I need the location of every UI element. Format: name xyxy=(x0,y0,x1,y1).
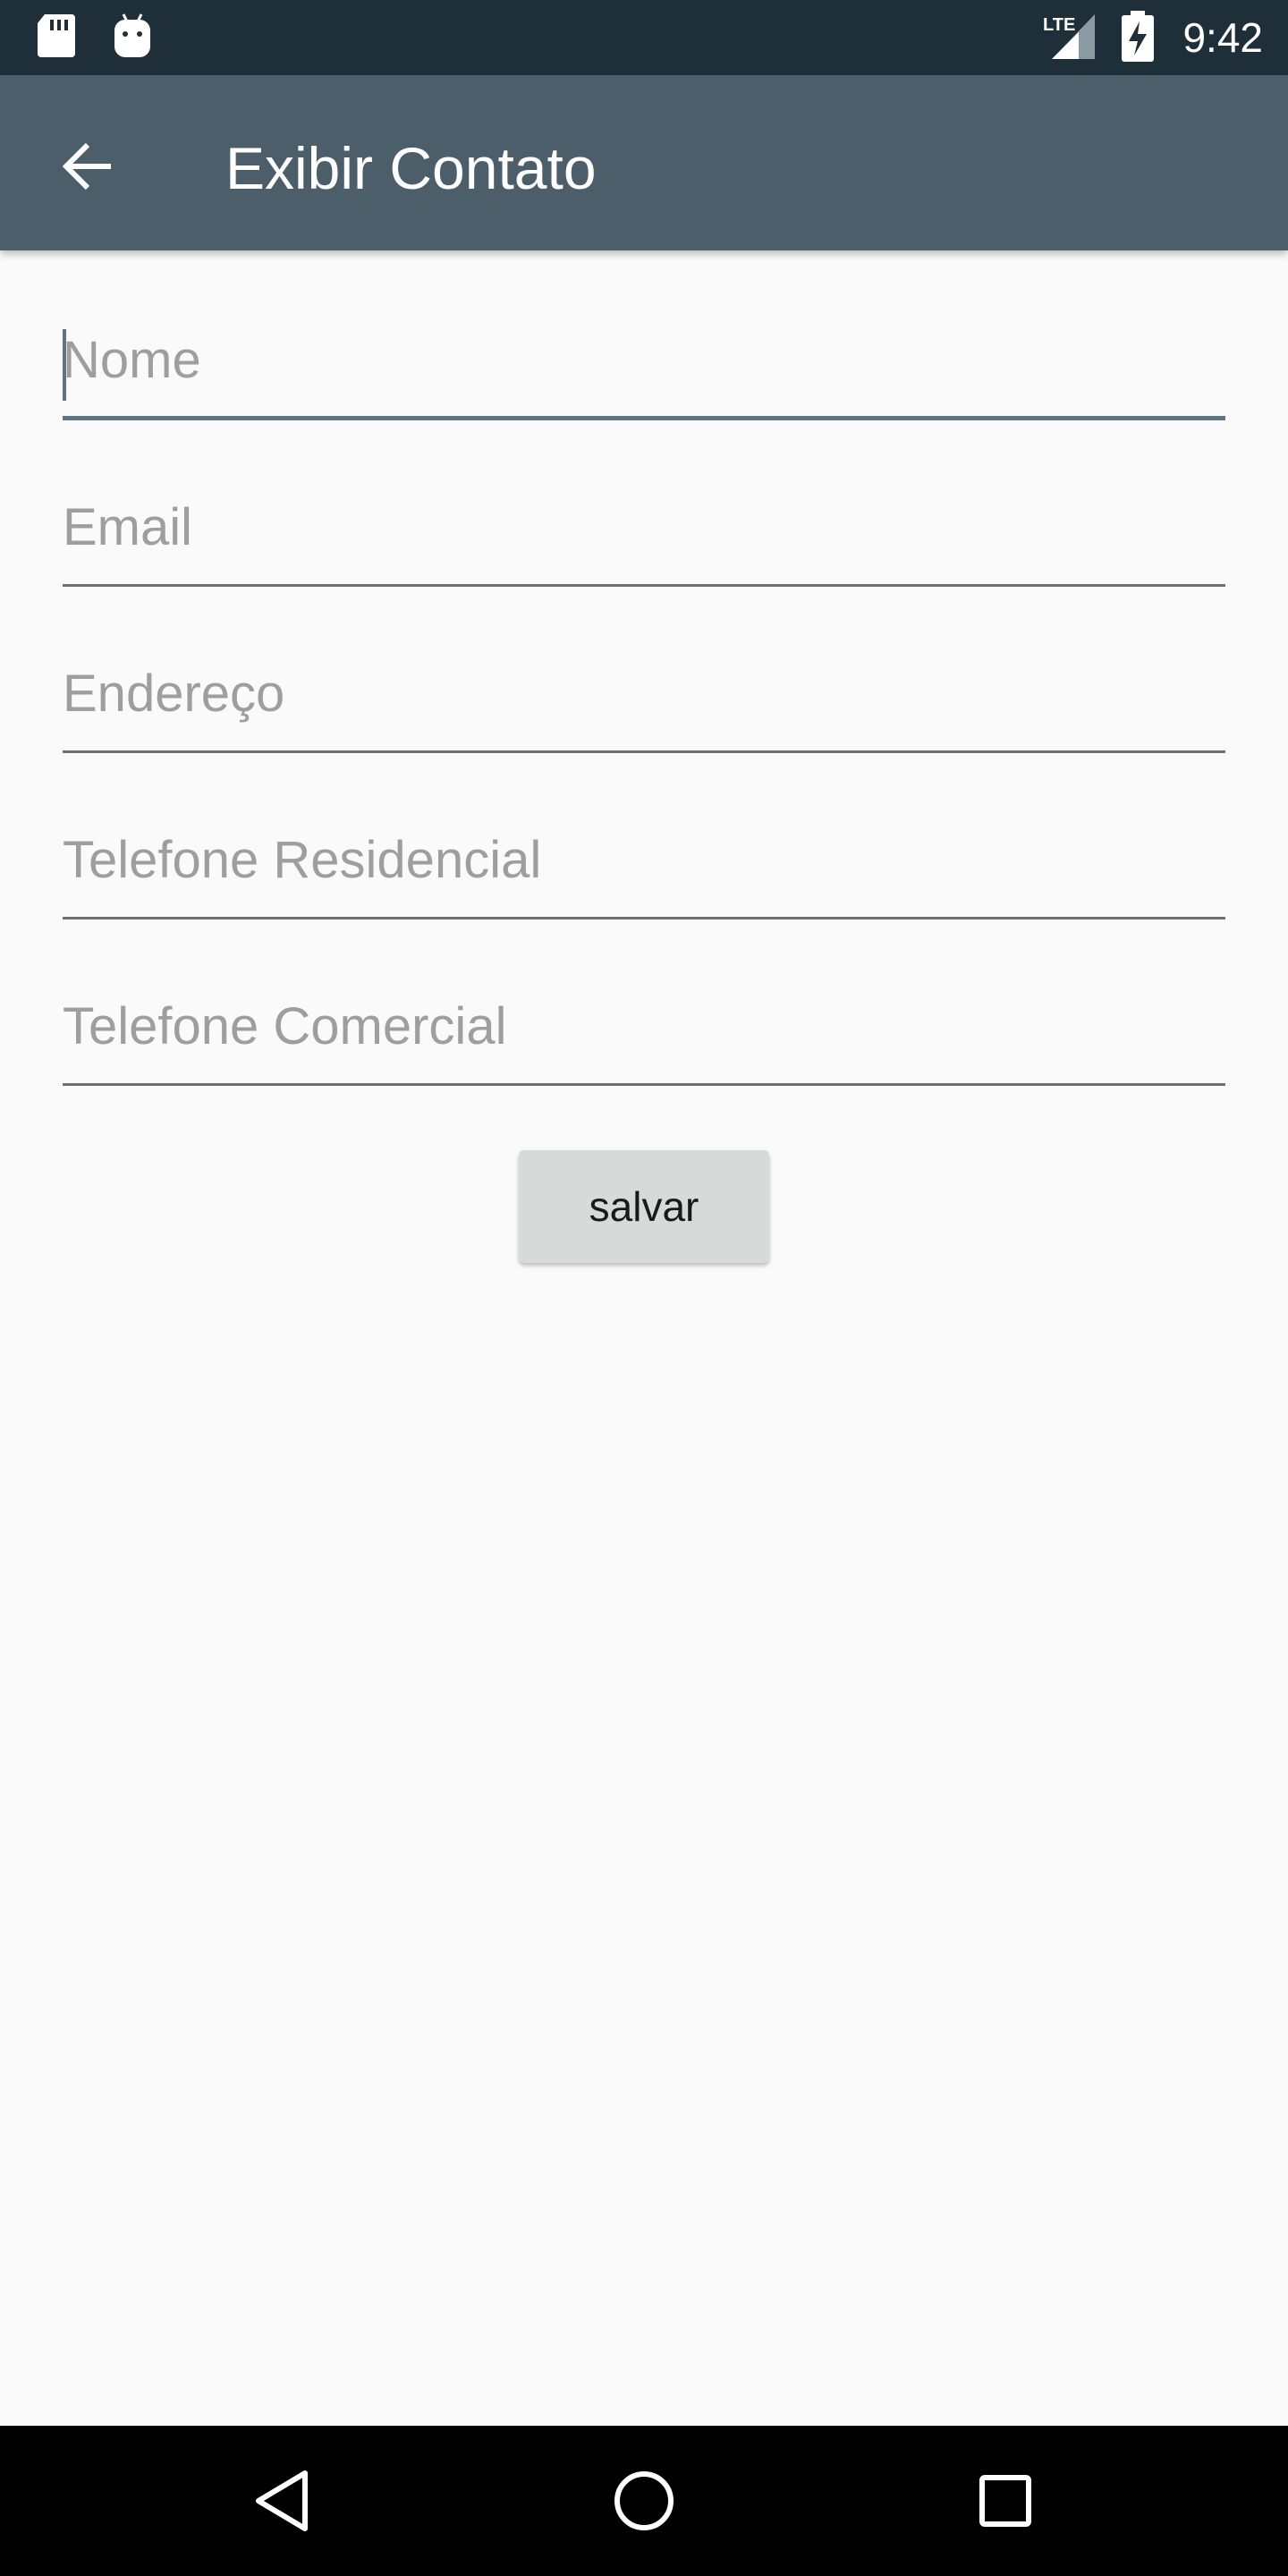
text-caret xyxy=(63,329,66,401)
work-phone-field xyxy=(63,961,1225,1086)
battery-charging-icon xyxy=(1120,11,1156,66)
back-triangle-icon xyxy=(256,2470,308,2531)
app-bar: Exibir Contato xyxy=(0,75,1288,250)
name-input[interactable] xyxy=(63,313,1225,420)
nav-recents-button[interactable] xyxy=(961,2456,1050,2546)
recents-square-icon xyxy=(979,2475,1031,2527)
arrow-back-icon xyxy=(62,142,111,191)
nav-home-button[interactable] xyxy=(599,2456,689,2546)
android-icon xyxy=(111,13,154,63)
address-field xyxy=(63,628,1225,753)
address-input[interactable] xyxy=(63,646,1225,753)
lte-label: LTE xyxy=(1043,15,1075,35)
save-button[interactable]: salvar xyxy=(519,1150,769,1263)
home-phone-input[interactable] xyxy=(63,812,1225,919)
page-title: Exibir Contato xyxy=(225,135,597,201)
back-button[interactable] xyxy=(39,123,136,209)
email-input[interactable] xyxy=(63,479,1225,587)
email-field xyxy=(63,462,1225,587)
name-field xyxy=(63,295,1225,420)
status-bar: LTE 9:42 xyxy=(0,0,1288,75)
home-circle-icon xyxy=(614,2471,674,2530)
sd-card-icon xyxy=(36,13,77,63)
system-nav-bar xyxy=(0,2426,1288,2576)
nav-back-button[interactable] xyxy=(238,2456,327,2546)
work-phone-input[interactable] xyxy=(63,979,1225,1086)
clock: 9:42 xyxy=(1182,14,1263,61)
home-phone-field xyxy=(63,794,1225,919)
lte-signal-icon: LTE xyxy=(1041,11,1098,64)
